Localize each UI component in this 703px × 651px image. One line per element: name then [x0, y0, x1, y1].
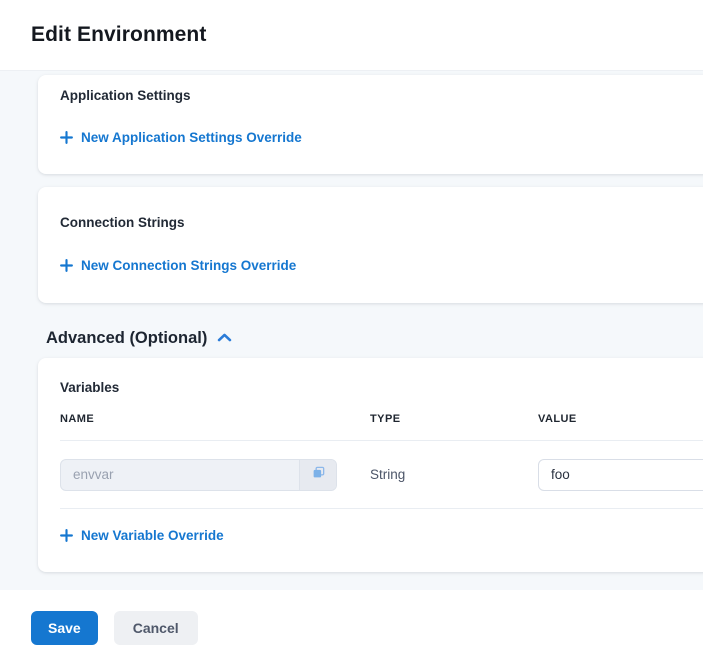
new-variable-override-link[interactable]: New Variable Override: [60, 528, 224, 543]
variables-title: Variables: [38, 380, 703, 395]
variables-link-row: New Variable Override: [38, 509, 703, 547]
variable-type-cell: String: [370, 466, 538, 484]
new-application-settings-override-link[interactable]: New Application Settings Override: [60, 130, 302, 145]
cancel-button[interactable]: Cancel: [114, 611, 198, 645]
copy-icon: [311, 465, 326, 485]
advanced-section-label: Advanced (Optional): [46, 329, 207, 348]
connection-strings-title: Connection Strings: [60, 215, 703, 230]
variable-value-cell: [538, 459, 703, 491]
new-variable-override-label: New Variable Override: [81, 528, 224, 543]
application-settings-title: Application Settings: [60, 88, 703, 103]
chevron-up-icon: [217, 329, 232, 348]
action-bar: Save Cancel: [0, 590, 703, 651]
column-header-type: TYPE: [370, 413, 538, 425]
save-button[interactable]: Save: [31, 611, 98, 645]
copy-button[interactable]: [299, 460, 336, 490]
variable-name-input-group: [60, 459, 337, 491]
connection-strings-card: Connection Strings New Connection String…: [38, 187, 703, 303]
plus-icon: [60, 131, 73, 144]
variables-table-header: NAME TYPE VALUE: [60, 413, 703, 441]
page-header: Edit Environment: [0, 0, 703, 71]
advanced-section-toggle[interactable]: Advanced (Optional): [46, 329, 703, 348]
variable-name-cell: [60, 459, 370, 491]
plus-icon: [60, 529, 73, 542]
variables-card: Variables NAME TYPE VALUE: [38, 358, 703, 572]
new-connection-strings-override-link[interactable]: New Connection Strings Override: [60, 258, 296, 273]
application-settings-card: Application Settings New Application Set…: [38, 75, 703, 174]
content-area: Application Settings New Application Set…: [0, 71, 703, 590]
column-header-value: VALUE: [538, 413, 703, 425]
variable-row: String: [60, 441, 703, 509]
page-title: Edit Environment: [31, 23, 206, 47]
plus-icon: [60, 259, 73, 272]
column-header-name: NAME: [60, 413, 370, 425]
variable-name-input[interactable]: [61, 460, 299, 490]
variable-value-input[interactable]: [538, 459, 703, 491]
new-connection-strings-override-label: New Connection Strings Override: [81, 258, 296, 273]
variable-type-text: String: [370, 467, 405, 482]
new-application-settings-override-label: New Application Settings Override: [81, 130, 302, 145]
